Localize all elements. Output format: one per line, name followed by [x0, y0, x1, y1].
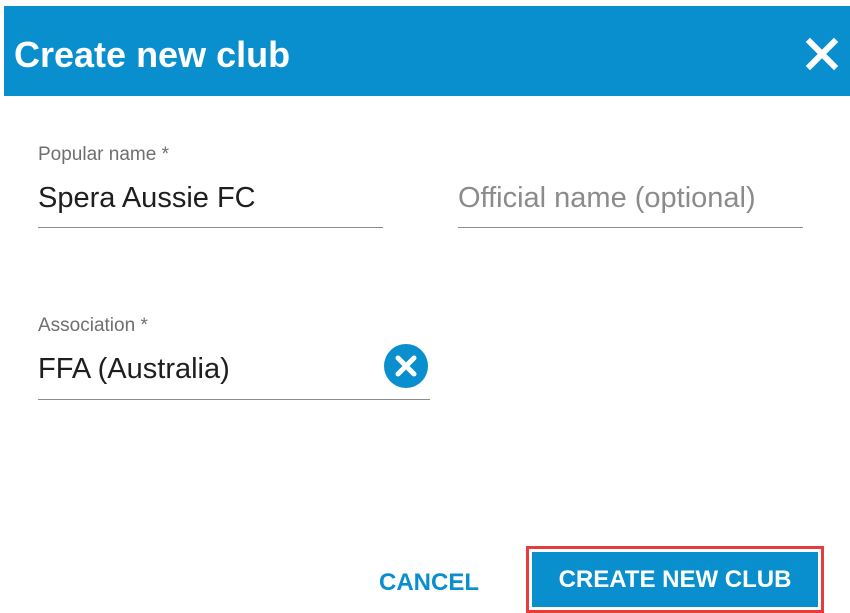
official-name-input[interactable]: Official name (optional) — [458, 182, 756, 215]
association-underline — [38, 399, 430, 400]
dialog-header: Create new club — [4, 6, 850, 96]
close-icon — [805, 37, 839, 71]
official-name-field[interactable]: Official name (optional) — [458, 140, 803, 230]
popular-name-underline — [38, 227, 383, 228]
association-label: Association * — [38, 315, 148, 336]
close-button[interactable] — [804, 36, 840, 72]
create-new-club-button[interactable]: CREATE NEW CLUB — [532, 552, 818, 607]
cancel-button[interactable]: CANCEL — [362, 560, 496, 606]
association-clear-button[interactable] — [383, 343, 429, 389]
clear-circle-icon — [384, 344, 428, 388]
official-name-underline — [458, 227, 803, 228]
create-button-highlight: CREATE NEW CLUB — [526, 546, 824, 613]
dialog-title: Create new club — [14, 34, 291, 75]
association-field[interactable]: Association * FFA (Australia) — [38, 310, 430, 402]
popular-name-field[interactable]: Popular name * Spera Aussie FC — [38, 140, 383, 230]
popular-name-label: Popular name * — [38, 144, 169, 165]
popular-name-input[interactable]: Spera Aussie FC — [38, 182, 256, 215]
association-input[interactable]: FFA (Australia) — [38, 353, 230, 386]
